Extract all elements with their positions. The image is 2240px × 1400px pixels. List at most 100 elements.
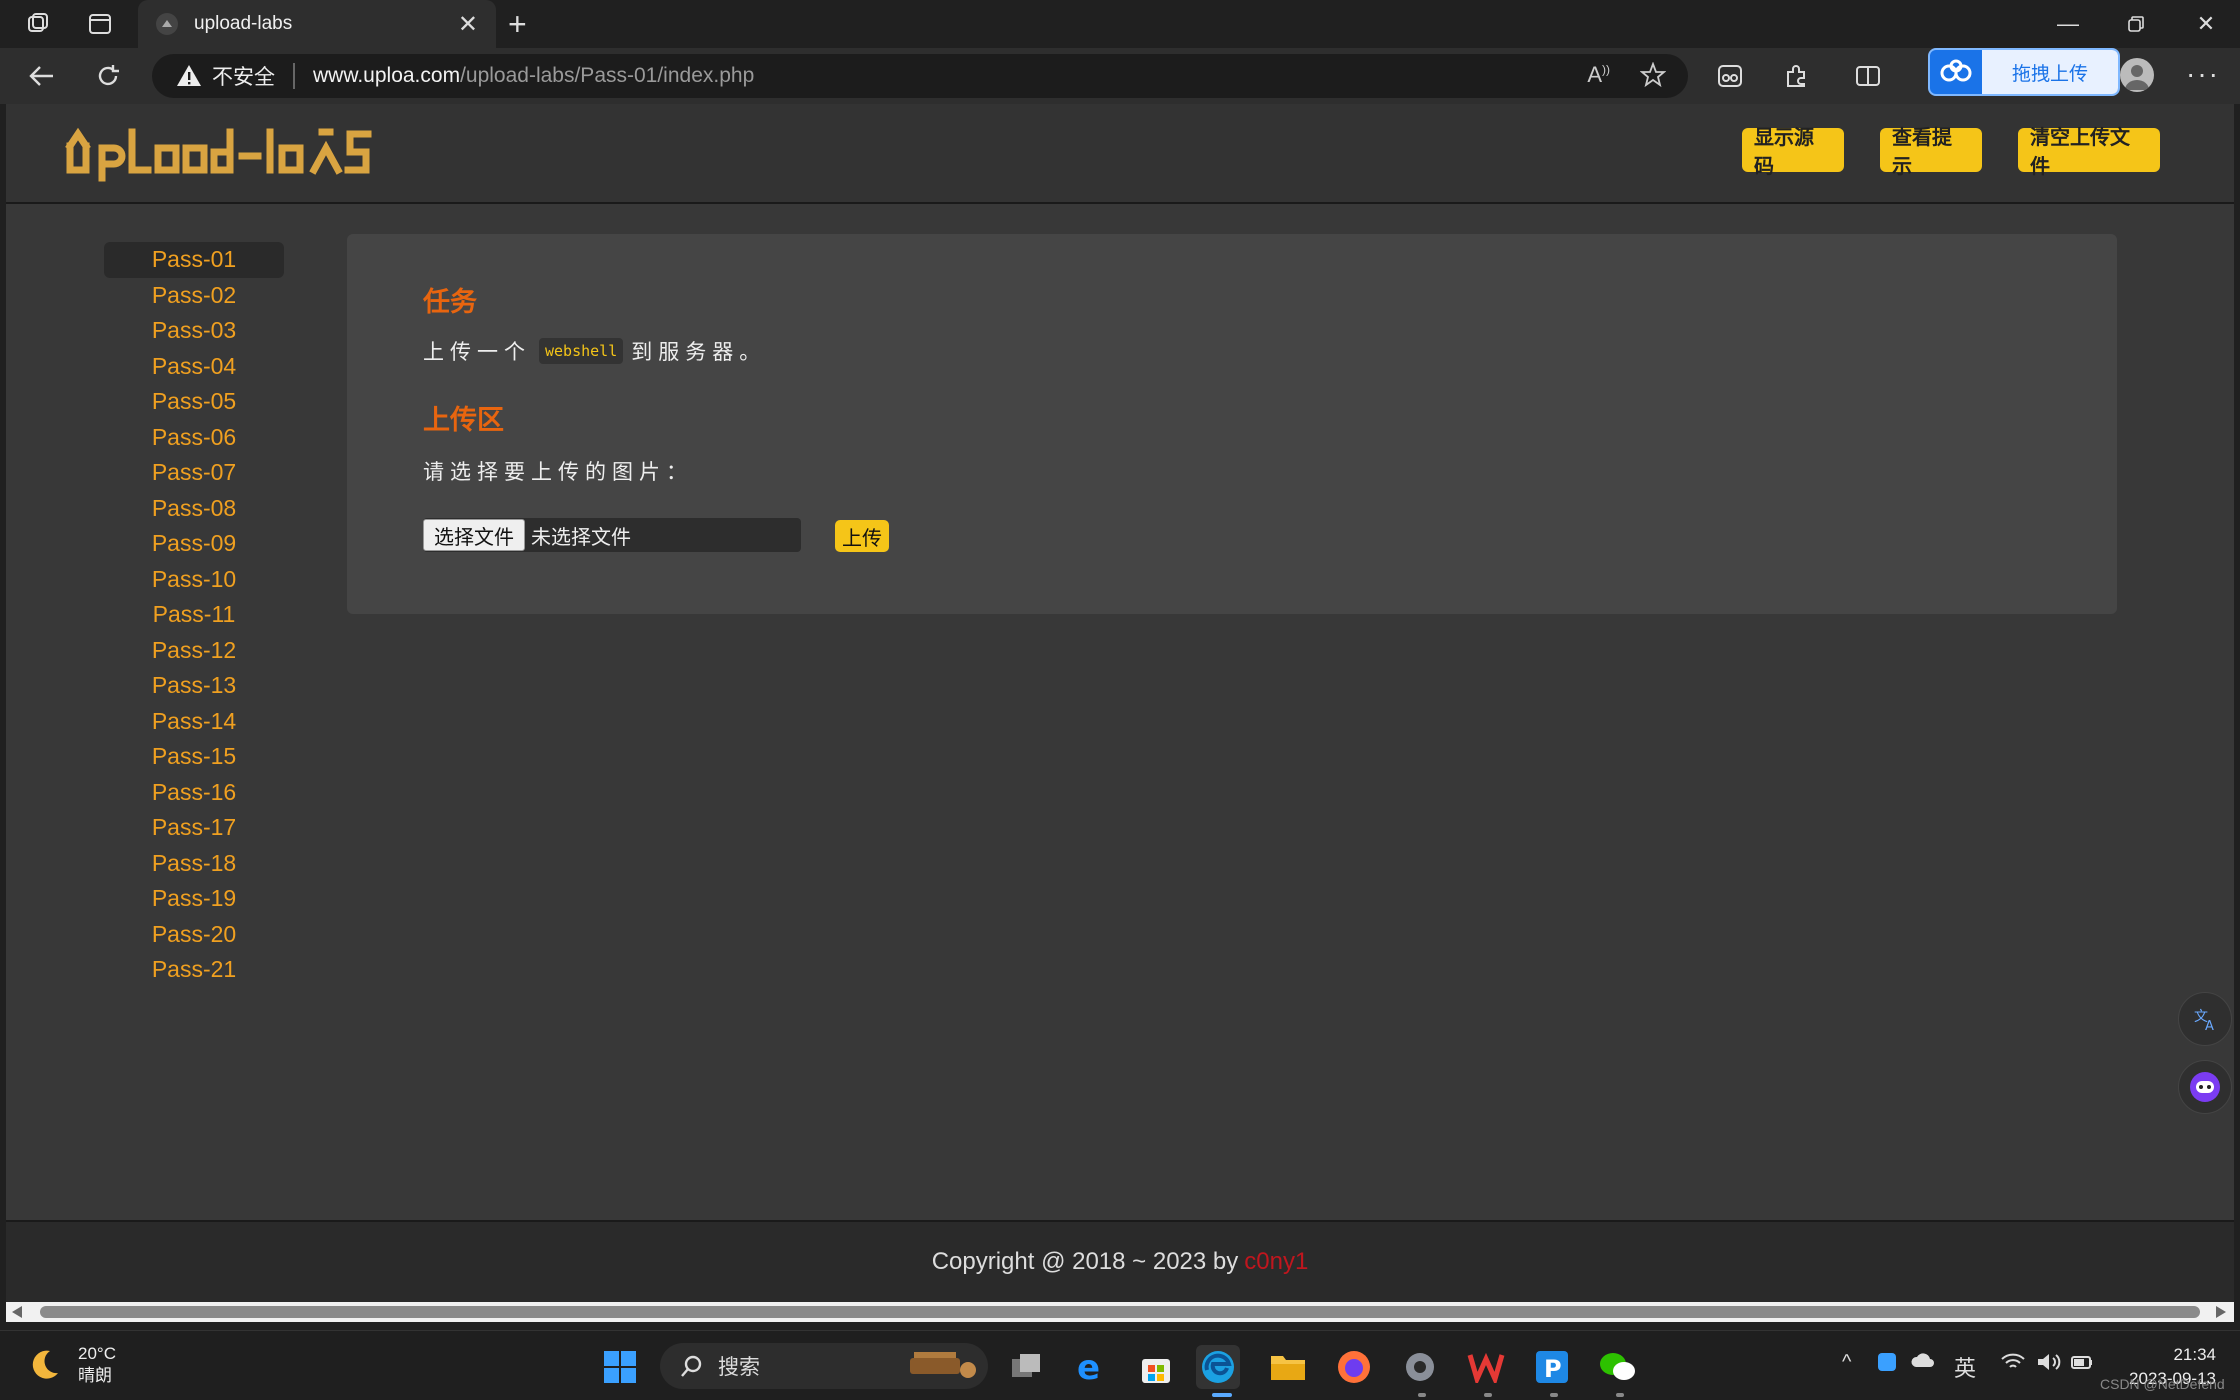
search-label: 搜索: [718, 1356, 760, 1379]
upload-button[interactable]: 上传: [835, 520, 889, 552]
volume-icon[interactable]: [2036, 1351, 2062, 1379]
sidebar-item-pass-02[interactable]: Pass-02: [104, 278, 284, 314]
address-divider: [293, 63, 295, 89]
new-tab-icon[interactable]: +: [508, 8, 527, 40]
running-indicator: [1550, 1393, 1558, 1397]
split-screen-icon[interactable]: [1850, 60, 1886, 92]
taskbar-search[interactable]: 搜索: [660, 1343, 988, 1389]
extension-glasses-icon[interactable]: [1712, 60, 1748, 92]
task-view-icon[interactable]: [1004, 1345, 1048, 1389]
profile-avatar[interactable]: [2120, 58, 2154, 92]
sidebar-item-pass-17[interactable]: Pass-17: [104, 810, 284, 846]
wps-office-icon[interactable]: [1464, 1345, 1508, 1389]
active-indicator: [1212, 1393, 1232, 1397]
sidebar-item-pass-03[interactable]: Pass-03: [104, 313, 284, 349]
store-icon[interactable]: [1134, 1345, 1178, 1389]
start-windows-icon[interactable]: [598, 1345, 642, 1389]
browser-toolbar: 不安全 www.uploa.com /upload-labs/Pass-01/i…: [0, 48, 2240, 104]
no-file-label: 未选择文件: [531, 526, 631, 549]
weather-widget[interactable]: 20°C 晴朗: [26, 1343, 116, 1387]
back-arrow-icon[interactable]: [24, 60, 60, 92]
task-description: 上传一个 webshell 到服务器。: [423, 336, 766, 366]
view-hint-button[interactable]: 查看提示: [1880, 127, 1982, 178]
sidebar-item-pass-18[interactable]: Pass-18: [104, 846, 284, 882]
show-source-button[interactable]: 显示源码: [1742, 127, 1844, 178]
sidebar-item-pass-19[interactable]: Pass-19: [104, 881, 284, 917]
browser-tab-bar: upload-labs ✕ + — ✕: [0, 0, 2240, 48]
ie-browser-icon[interactable]: e: [1068, 1345, 1112, 1389]
sidebar-item-pass-08[interactable]: Pass-08: [104, 491, 284, 527]
scroll-right-icon[interactable]: [2216, 1306, 2226, 1318]
minimize-icon[interactable]: —: [2038, 6, 2098, 42]
workspaces-icon[interactable]: [18, 8, 58, 40]
refresh-icon[interactable]: [90, 60, 126, 92]
sidebar-item-pass-01[interactable]: Pass-01: [104, 242, 284, 278]
onedrive-cloud-icon[interactable]: [1910, 1351, 1936, 1375]
running-indicator: [1616, 1393, 1624, 1397]
address-bar[interactable]: 不安全 www.uploa.com /upload-labs/Pass-01/i…: [152, 54, 1688, 98]
drag-upload-button[interactable]: 拖拽上传: [1982, 50, 2118, 94]
svg-text:P: P: [1544, 1355, 1562, 1383]
sidebar-item-pass-06[interactable]: Pass-06: [104, 420, 284, 456]
horizontal-scrollbar[interactable]: [6, 1302, 2234, 1322]
sidebar-item-pass-09[interactable]: Pass-09: [104, 526, 284, 562]
ime-indicator[interactable]: 英: [1954, 1351, 1976, 1383]
sidebar-item-pass-12[interactable]: Pass-12: [104, 633, 284, 669]
tray-app-icon[interactable]: [1876, 1351, 1898, 1379]
sidebar-item-pass-15[interactable]: Pass-15: [104, 739, 284, 775]
sidebar-item-pass-16[interactable]: Pass-16: [104, 775, 284, 811]
restore-icon[interactable]: [2106, 6, 2166, 42]
sidebar-item-pass-20[interactable]: Pass-20: [104, 917, 284, 953]
baidu-upload-widget[interactable]: 拖拽上传: [1928, 48, 2120, 96]
author-link[interactable]: c0ny1: [1244, 1248, 1308, 1276]
p-app-icon[interactable]: P: [1530, 1345, 1574, 1389]
tab-upload-labs[interactable]: upload-labs ✕: [138, 0, 496, 48]
sidebar-item-pass-11[interactable]: Pass-11: [104, 597, 284, 633]
security-label: 不安全: [212, 66, 275, 89]
sidebar-item-pass-05[interactable]: Pass-05: [104, 384, 284, 420]
wifi-icon[interactable]: [2000, 1351, 2026, 1379]
running-indicator: [1484, 1393, 1492, 1397]
site-logo[interactable]: [62, 122, 407, 191]
battery-icon[interactable]: [2070, 1351, 2094, 1379]
close-tab-icon[interactable]: ✕: [458, 10, 478, 39]
file-explorer-icon[interactable]: [1266, 1345, 1310, 1389]
file-input[interactable]: 选择文件 未选择文件: [423, 518, 801, 552]
firefox-icon[interactable]: [1332, 1345, 1376, 1389]
running-indicator: [1418, 1393, 1426, 1397]
read-aloud-icon[interactable]: A)): [1587, 62, 1610, 93]
tab-actions-icon[interactable]: [80, 8, 120, 40]
extensions-puzzle-icon[interactable]: [1778, 60, 1814, 92]
edge-browser-icon[interactable]: [1196, 1345, 1240, 1389]
sidebar-item-pass-13[interactable]: Pass-13: [104, 668, 284, 704]
wechat-icon[interactable]: [1596, 1345, 1640, 1389]
task-code: webshell: [539, 338, 624, 364]
close-window-icon[interactable]: ✕: [2176, 6, 2236, 42]
scrollbar-thumb[interactable]: [40, 1306, 2200, 1318]
site-footer: Copyright @ 2018 ~ 2023 by c0ny1: [6, 1220, 2234, 1302]
baidu-cloud-icon: [1930, 50, 1982, 94]
tab-title: upload-labs: [194, 13, 293, 34]
sidebar-item-pass-14[interactable]: Pass-14: [104, 704, 284, 740]
task-text-after: 到服务器。: [631, 341, 767, 364]
task-text-before: 上传一个: [423, 341, 531, 364]
choose-file-button[interactable]: 选择文件: [423, 519, 525, 551]
upload-labs-logo: [65, 127, 372, 182]
warning-icon: [177, 65, 201, 86]
more-options-icon[interactable]: ···: [2186, 58, 2220, 90]
sidebar-item-pass-07[interactable]: Pass-07: [104, 455, 284, 491]
copyright-text: Copyright @ 2018 ~ 2023 by: [931, 1248, 1239, 1275]
sidebar-item-pass-04[interactable]: Pass-04: [104, 349, 284, 385]
settings-gear-icon[interactable]: [1398, 1345, 1442, 1389]
tray-chevron-up-icon[interactable]: ^: [1842, 1351, 1851, 1374]
favorite-star-icon[interactable]: [1639, 61, 1667, 93]
sidebar-item-pass-10[interactable]: Pass-10: [104, 562, 284, 598]
svg-text:A: A: [2205, 1019, 2214, 1033]
scroll-left-icon[interactable]: [12, 1306, 22, 1318]
clear-uploads-button[interactable]: 清空上传文件: [2018, 127, 2160, 178]
translate-icon[interactable]: 文A: [2178, 992, 2232, 1046]
sidebar-item-pass-21[interactable]: Pass-21: [104, 952, 284, 988]
task-panel: 任务 上传一个 webshell 到服务器。 上传区 请选择要上传的图片： 选择…: [347, 234, 2117, 614]
temperature: 20°C: [78, 1344, 116, 1363]
assistant-bot-icon[interactable]: [2178, 1060, 2232, 1114]
